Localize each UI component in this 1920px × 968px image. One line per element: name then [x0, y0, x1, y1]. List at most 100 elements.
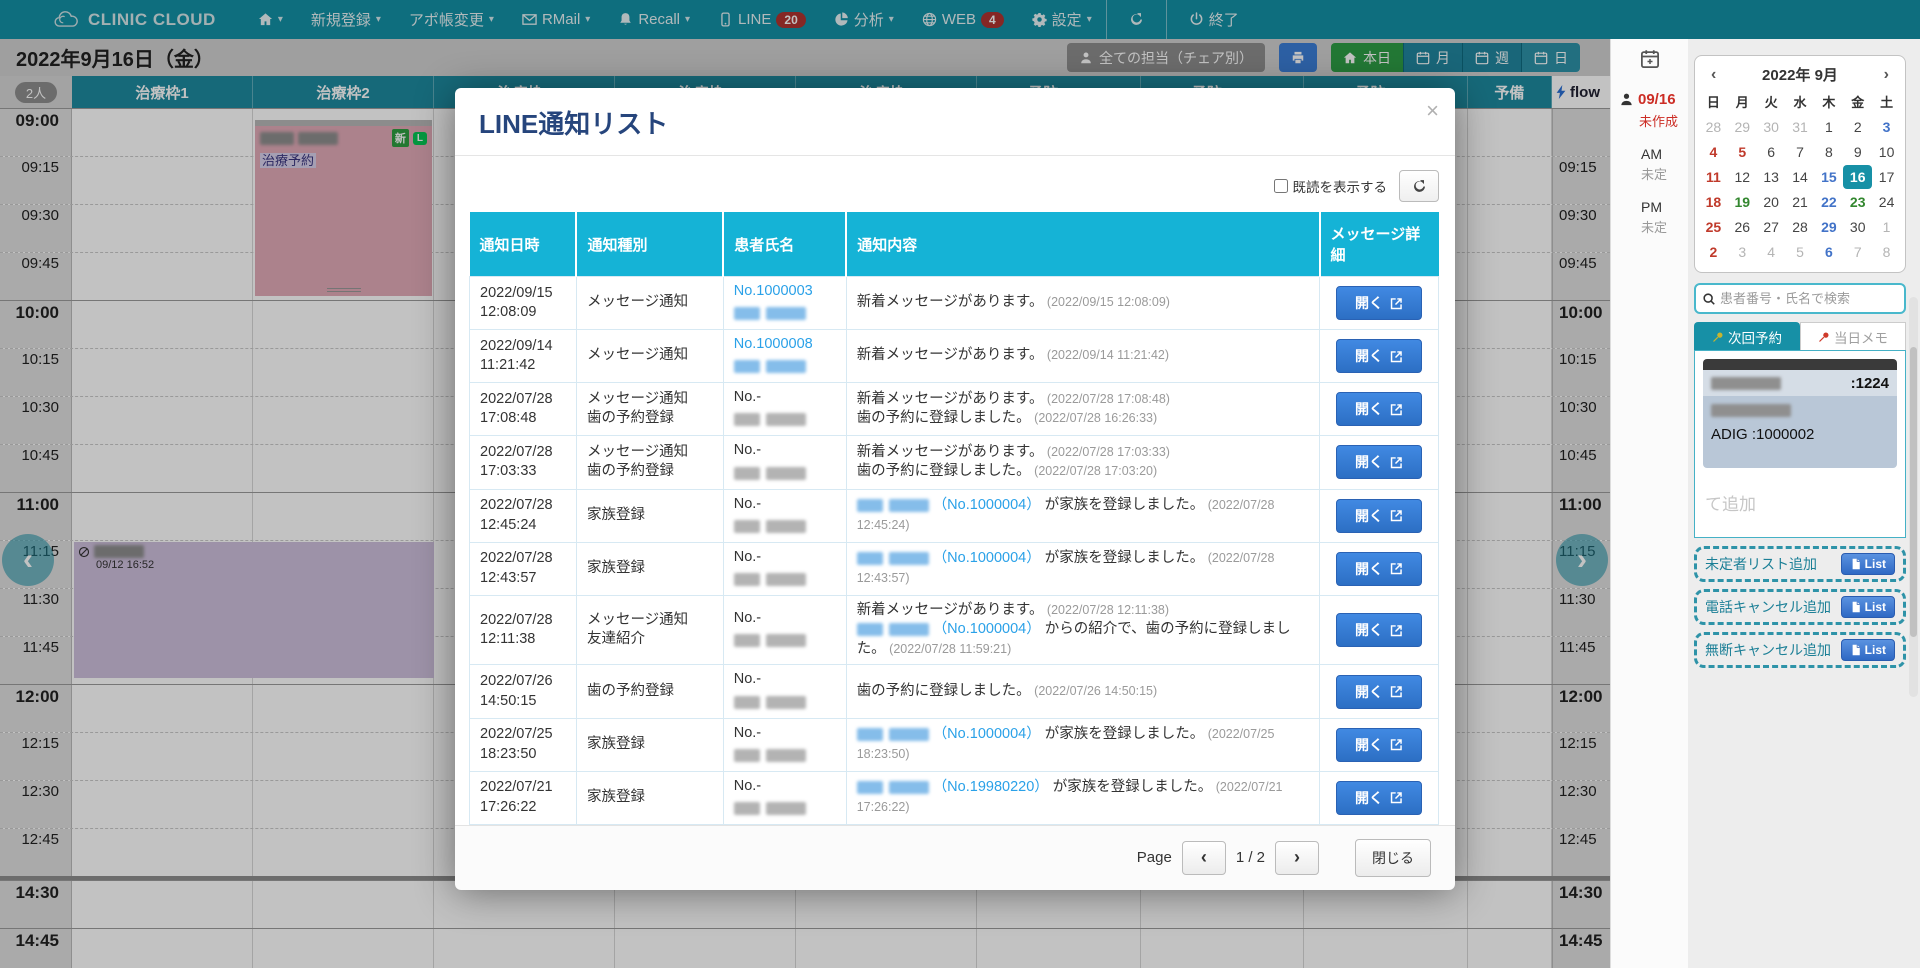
notification-datetime: 2022/07/2117:26:22 — [470, 771, 577, 824]
show-read-checkbox[interactable] — [1274, 179, 1288, 193]
prev-page-button[interactable]: ‹ — [1182, 841, 1226, 875]
calendar-day[interactable]: 8 — [1872, 240, 1901, 264]
calendar-day[interactable]: 8 — [1814, 140, 1843, 164]
calendar-day[interactable]: 7 — [1786, 140, 1815, 164]
calendar-day[interactable]: 10 — [1872, 140, 1901, 164]
calendar-day[interactable]: 19 — [1728, 190, 1757, 214]
open-message-button[interactable]: 開く — [1336, 552, 1422, 586]
calendar-day[interactable]: 12 — [1728, 165, 1757, 189]
calendar-day[interactable]: 21 — [1786, 190, 1815, 214]
calendar-day[interactable]: 15 — [1814, 165, 1843, 189]
open-message-button[interactable]: 開く — [1336, 499, 1422, 533]
calendar-prev-button[interactable]: ‹ — [1707, 66, 1720, 84]
sidebar-scrollbar[interactable] — [1909, 297, 1918, 697]
open-message-button[interactable]: 開く — [1336, 613, 1422, 647]
weekday-label: 土 — [1872, 89, 1901, 114]
open-message-button[interactable]: 開く — [1336, 728, 1422, 762]
calendar-day[interactable]: 13 — [1757, 165, 1786, 189]
calendar-day[interactable]: 6 — [1757, 140, 1786, 164]
list-button[interactable]: List — [1841, 639, 1895, 661]
calendar-day[interactable]: 1 — [1872, 215, 1901, 239]
open-message-button[interactable]: 開く — [1336, 392, 1422, 426]
patient-number: No.- — [734, 442, 761, 458]
calendar-day[interactable]: 24 — [1872, 190, 1901, 214]
calendar-day[interactable]: 4 — [1757, 240, 1786, 264]
message-detail-cell: 開く — [1320, 771, 1439, 824]
notification-kind: 家族登録 — [576, 718, 723, 771]
calendar-day[interactable]: 7 — [1843, 240, 1872, 264]
calendar-day[interactable]: 30 — [1757, 115, 1786, 139]
weekday-label: 水 — [1786, 89, 1815, 114]
calendar-day[interactable]: 28 — [1786, 215, 1815, 239]
calendar-day[interactable]: 22 — [1814, 190, 1843, 214]
patient-number-link[interactable]: （No.1000004） — [933, 621, 1041, 637]
scrollbar-thumb[interactable] — [1910, 347, 1917, 637]
patient-id: ADIG :1000002 — [1711, 426, 1889, 443]
next-page-button[interactable]: › — [1275, 841, 1319, 875]
notification-text: 歯の予約に登録しました。 — [857, 410, 1031, 426]
close-icon[interactable]: × — [1426, 98, 1439, 124]
pin-icon — [1818, 331, 1830, 343]
reservation-card[interactable]: :1224 ADIG :1000002 — [1703, 359, 1897, 468]
calendar-day[interactable]: 20 — [1757, 190, 1786, 214]
redacted-name — [857, 552, 929, 565]
calendar-day[interactable]: 25 — [1699, 215, 1728, 239]
notification-text: が家族を登録しました。 — [1041, 550, 1205, 566]
calendar-icon[interactable] — [1619, 49, 1680, 73]
tab-today-memo[interactable]: 当日メモ — [1800, 322, 1906, 350]
open-message-button[interactable]: 開く — [1336, 339, 1422, 373]
calendar-day[interactable]: 4 — [1699, 140, 1728, 164]
message-detail-cell: 開く — [1320, 665, 1439, 718]
refresh-button[interactable] — [1399, 170, 1439, 202]
notification-datetime: 2022/07/2518:23:50 — [470, 718, 577, 771]
calendar-day[interactable]: 3 — [1728, 240, 1757, 264]
calendar-day[interactable]: 9 — [1843, 140, 1872, 164]
timestamp: (2022/07/26 14:50:15) — [1031, 684, 1158, 698]
redacted-name — [734, 413, 806, 426]
calendar-day[interactable]: 18 — [1699, 190, 1728, 214]
calendar-day[interactable]: 29 — [1728, 115, 1757, 139]
calendar-day[interactable]: 2 — [1843, 115, 1872, 139]
calendar-day[interactable]: 17 — [1872, 165, 1901, 189]
weekday-label: 金 — [1843, 89, 1872, 114]
calendar-day[interactable]: 30 — [1843, 215, 1872, 239]
notification-datetime: 2022/09/1411:21:42 — [470, 330, 577, 383]
list-button[interactable]: List — [1841, 596, 1895, 618]
redacted-name — [734, 802, 806, 815]
calendar-day[interactable]: 11 — [1699, 165, 1728, 189]
patient-number-link[interactable]: （No.1000004） — [933, 550, 1041, 566]
calendar-day[interactable]: 29 — [1814, 215, 1843, 239]
calendar-day[interactable]: 14 — [1786, 165, 1815, 189]
close-button[interactable]: 閉じる — [1355, 839, 1431, 877]
calendar-day[interactable]: 6 — [1814, 240, 1843, 264]
calendar-day[interactable]: 26 — [1728, 215, 1757, 239]
calendar-day[interactable]: 2 — [1699, 240, 1728, 264]
patient-number-link[interactable]: （No.1000004） — [933, 726, 1041, 742]
patient-number-link[interactable]: （No.1000004） — [933, 497, 1041, 513]
modal-body: 既読を表示する 通知日時通知種別患者氏名通知内容メッセージ詳細 2022/09/… — [455, 156, 1455, 825]
patient-number-link[interactable]: No.1000003 — [734, 283, 813, 299]
patient-number-link[interactable]: （No.19980220） — [933, 779, 1049, 795]
open-message-button[interactable]: 開く — [1336, 675, 1422, 709]
calendar-day[interactable]: 1 — [1814, 115, 1843, 139]
calendar-day[interactable]: 5 — [1728, 140, 1757, 164]
tab-next-reservation[interactable]: 次回予約 — [1694, 322, 1800, 350]
calendar-day[interactable]: 23 — [1843, 190, 1872, 214]
calendar-day[interactable]: 16 — [1843, 165, 1872, 189]
list-button[interactable]: List — [1841, 553, 1895, 575]
table-column-header: メッセージ詳細 — [1320, 212, 1439, 277]
open-message-button[interactable]: 開く — [1336, 781, 1422, 815]
patient-search-input[interactable] — [1720, 291, 1898, 306]
calendar-day[interactable]: 28 — [1699, 115, 1728, 139]
patient-number-link[interactable]: No.1000008 — [734, 336, 813, 352]
notification-text: 歯の予約に登録しました。 — [857, 683, 1031, 699]
show-read-checkbox-label[interactable]: 既読を表示する — [1274, 176, 1388, 196]
calendar-next-button[interactable]: › — [1880, 66, 1893, 84]
calendar-day[interactable]: 5 — [1786, 240, 1815, 264]
calendar-day[interactable]: 3 — [1872, 115, 1901, 139]
calendar-day[interactable]: 27 — [1757, 215, 1786, 239]
open-message-button[interactable]: 開く — [1336, 286, 1422, 320]
calendar-day[interactable]: 31 — [1786, 115, 1815, 139]
add-list-row-2: 無断キャンセル追加List — [1694, 632, 1906, 668]
open-message-button[interactable]: 開く — [1336, 445, 1422, 479]
